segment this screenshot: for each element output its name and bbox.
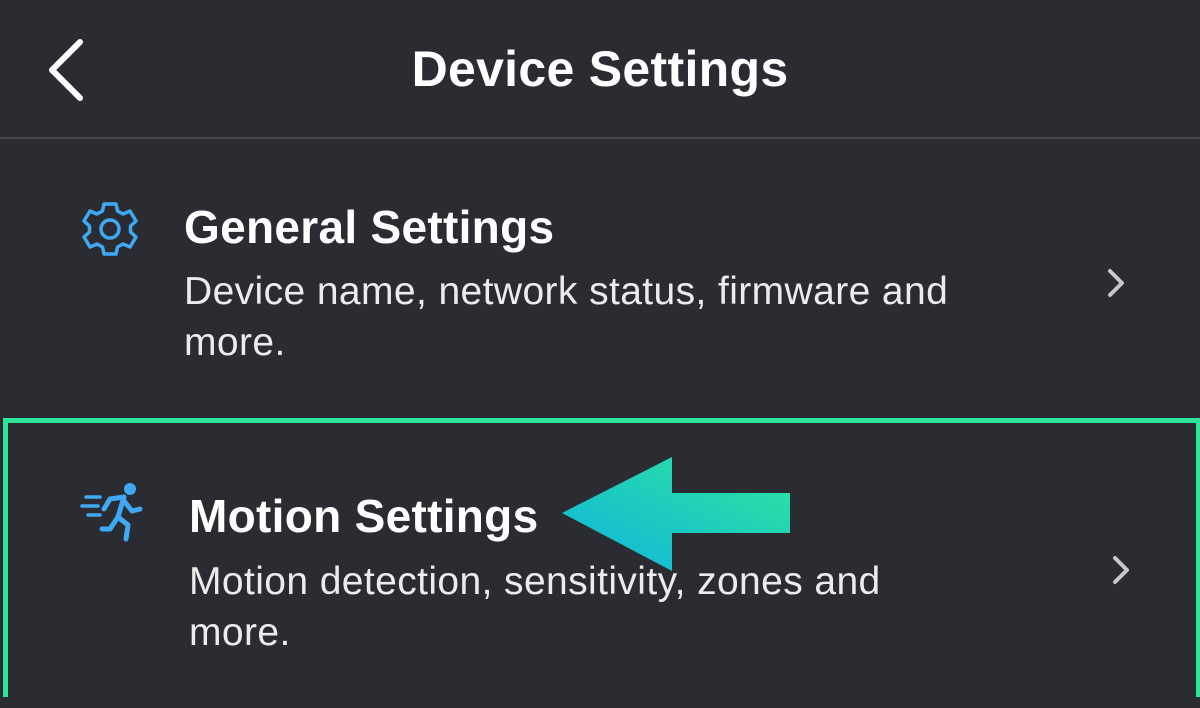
row-description: Device name, network status, firmware an… <box>184 270 949 364</box>
arrow-left-icon <box>560 455 795 575</box>
running-person-icon <box>80 477 150 547</box>
chevron-right-icon <box>1105 550 1135 590</box>
gear-icon <box>75 194 145 264</box>
bottom-edge <box>0 697 1200 708</box>
settings-row-general[interactable]: General Settings Device name, network st… <box>0 139 1200 412</box>
row-description: Motion detection, sensitivity, zones and… <box>189 560 881 654</box>
chevron-right-icon <box>1100 263 1130 303</box>
device-settings-screen: Device Settings General Settings Device … <box>0 0 1200 708</box>
row-title: Motion Settings <box>189 490 539 542</box>
header-bar: Device Settings <box>0 0 1200 139</box>
row-title: General Settings <box>184 201 555 253</box>
page-title: Device Settings <box>411 41 789 97</box>
